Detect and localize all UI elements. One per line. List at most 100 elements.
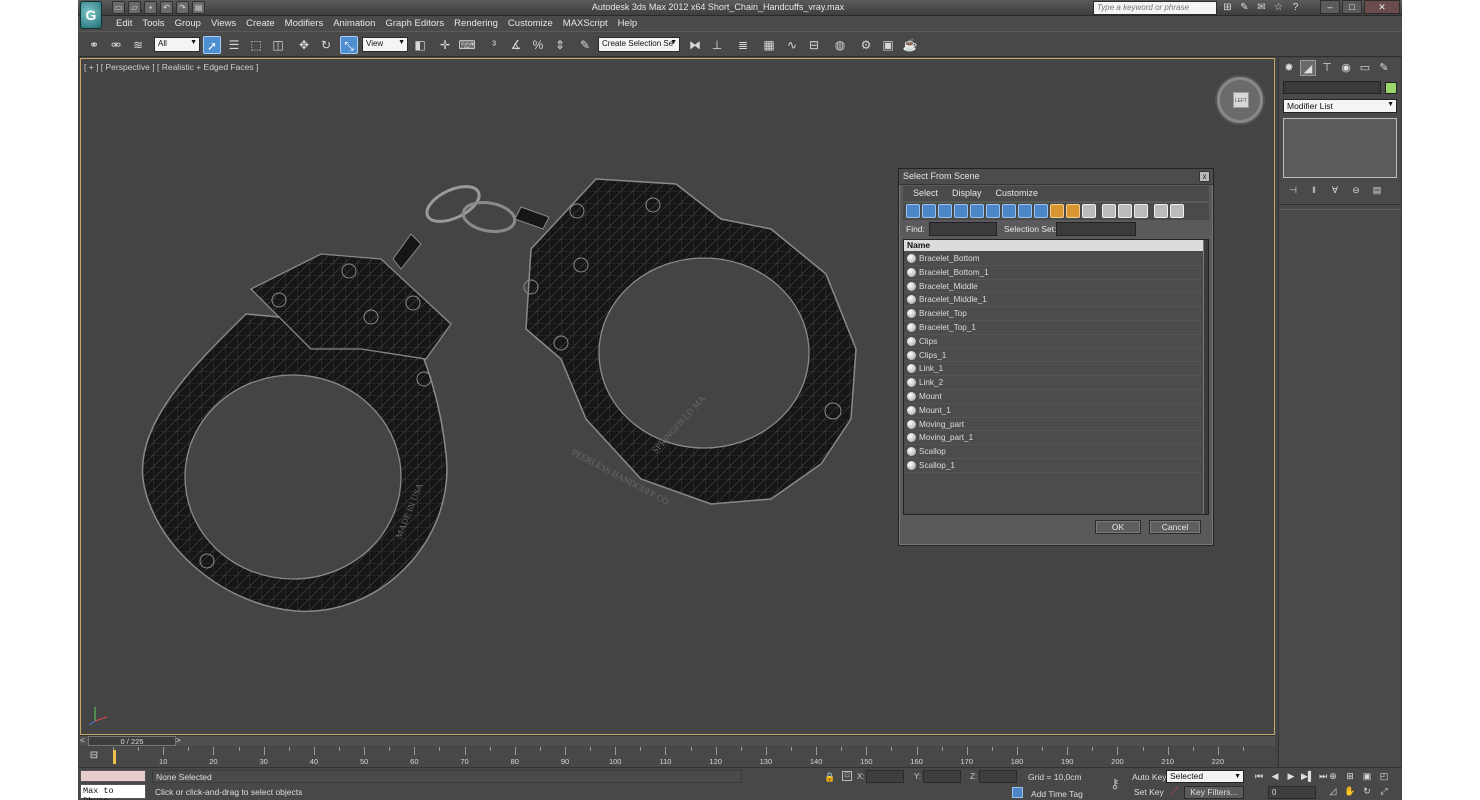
close-button[interactable]: ✕ [1364, 0, 1400, 14]
list-item[interactable]: Scallop_1 [904, 459, 1204, 473]
select-by-name-icon[interactable]: ☰ [225, 36, 243, 54]
orbit-icon[interactable]: ↻ [1360, 785, 1374, 797]
schematic-view-icon[interactable]: ⊟ [805, 36, 823, 54]
binoculars-icon[interactable]: ⊞ [1221, 1, 1234, 14]
maxscript-listener-input[interactable]: Max to Physc [80, 784, 146, 800]
move-icon[interactable]: ✥ [295, 36, 313, 54]
go-to-start-icon[interactable]: ⏮ [1253, 770, 1265, 782]
menu-views[interactable]: Views [211, 16, 244, 31]
unlink-icon[interactable]: ⚮ [107, 36, 125, 54]
zoom-icon[interactable]: ⊕ [1326, 770, 1340, 782]
tools-icon[interactable]: ✎ [1238, 1, 1251, 14]
maximize-button[interactable]: □ [1342, 0, 1362, 14]
material-editor-icon[interactable]: ◍ [831, 36, 849, 54]
keyboard-shortcut-icon[interactable]: ⌨ [458, 36, 476, 54]
play-icon[interactable]: ▶ [1285, 770, 1297, 782]
select-and-link-icon[interactable]: ⚭ [85, 36, 103, 54]
window-crossing-icon[interactable]: ◫ [269, 36, 287, 54]
maxscript-listener-output[interactable] [80, 770, 146, 782]
menu-rendering[interactable]: Rendering [454, 16, 506, 31]
modifier-stack[interactable] [1283, 118, 1397, 178]
mirror-icon[interactable]: ⧓ [686, 36, 704, 54]
menu-create[interactable]: Create [246, 16, 283, 31]
render-setup-icon[interactable]: ⚙ [857, 36, 875, 54]
reference-coordinate-dropdown[interactable]: View ▼ [362, 37, 408, 52]
configure-sets-icon[interactable]: ▤ [1371, 184, 1383, 196]
list-item[interactable]: Bracelet_Bottom [904, 252, 1204, 266]
dialog-menu-display[interactable]: Display [952, 186, 982, 201]
time-slider[interactable]: < 0 / 225 > [80, 735, 1275, 746]
rectangular-selection-icon[interactable]: ⬚ [247, 36, 265, 54]
frame-ruler[interactable]: 10 20 30 40 50 60 70 80 90 100 110 120 130 140 150 160 1… [113, 747, 1244, 767]
manipulate-icon[interactable]: ✛ [436, 36, 454, 54]
display-invert-icon[interactable] [1082, 204, 1096, 218]
snaps-toggle-icon[interactable]: ³ [485, 36, 503, 54]
add-time-tag[interactable]: Add Time Tag [1031, 789, 1083, 799]
menu-maxscript[interactable]: MAXScript [563, 16, 616, 31]
filter-icon[interactable] [1154, 204, 1168, 218]
list-item[interactable]: Bracelet_Top [904, 307, 1204, 321]
menu-group[interactable]: Group [175, 16, 209, 31]
set-key-mode-icon[interactable]: ⚷ [1102, 774, 1128, 794]
layer-manager-icon[interactable]: ≣ [734, 36, 752, 54]
modify-tab-icon[interactable]: ◢ [1300, 60, 1316, 76]
menu-graph-editors[interactable]: Graph Editors [385, 16, 452, 31]
column-header-name[interactable]: Name [904, 240, 1204, 251]
pan-icon[interactable]: ✋ [1343, 785, 1357, 797]
search-input[interactable]: Type a keyword or phrase [1093, 1, 1217, 15]
angle-snap-icon[interactable]: ∡ [507, 36, 525, 54]
cancel-button[interactable]: Cancel [1149, 520, 1201, 534]
named-selection-set-dropdown[interactable]: Create Selection Se ▼ [598, 37, 680, 52]
curve-editor-icon[interactable]: ∿ [783, 36, 801, 54]
rotate-icon[interactable]: ↻ [317, 36, 335, 54]
time-slider-prev[interactable]: < [80, 736, 85, 745]
zoom-all-icon[interactable]: ⊞ [1343, 770, 1357, 782]
rendered-frame-icon[interactable]: ▣ [879, 36, 897, 54]
viewcube[interactable]: LEFT [1217, 77, 1263, 123]
track-filter-icon[interactable]: ⊟ [87, 750, 101, 762]
utilities-tab-icon[interactable]: ✎ [1376, 60, 1392, 76]
percent-snap-icon[interactable]: % [529, 36, 547, 54]
scale-icon[interactable]: ⤡ [340, 36, 358, 54]
filter-options-icon[interactable] [1170, 204, 1184, 218]
display-bones-icon[interactable] [1034, 204, 1048, 218]
find-input[interactable] [929, 222, 997, 236]
list-item[interactable]: Mount_1 [904, 404, 1204, 418]
chain-links[interactable] [392, 179, 550, 270]
left-cuff[interactable] [141, 253, 452, 612]
key-selection-dropdown[interactable]: Selected ▼ [1166, 770, 1244, 783]
list-item[interactable]: Scallop [904, 445, 1204, 459]
menu-help[interactable]: Help [618, 16, 646, 31]
help-icon[interactable]: ? [1289, 1, 1302, 14]
set-key-icon[interactable]: ⟋ [1170, 786, 1178, 799]
time-slider-next[interactable]: > [176, 736, 181, 745]
time-slider-thumb[interactable]: 0 / 225 [88, 736, 176, 746]
select-none-icon[interactable] [1118, 204, 1132, 218]
modifier-list-dropdown[interactable]: Modifier List ▼ [1283, 99, 1397, 113]
zoom-extents-icon[interactable]: ▣ [1360, 770, 1374, 782]
time-tag-icon[interactable] [1012, 787, 1023, 798]
motion-tab-icon[interactable]: ◉ [1338, 60, 1354, 76]
communication-icon[interactable]: ✉ [1255, 1, 1268, 14]
object-list[interactable]: Name Bracelet_Bottom Bracelet_Bottom_1 Bra… [903, 239, 1209, 515]
display-lights-icon[interactable] [938, 204, 952, 218]
spinner-snap-icon[interactable]: ⇕ [551, 36, 569, 54]
maximize-viewport-icon[interactable]: ⤢ [1377, 785, 1391, 797]
display-xrefs-icon[interactable] [1018, 204, 1032, 218]
list-item[interactable]: Bracelet_Middle_1 [904, 293, 1204, 308]
named-selection-icon[interactable]: ✎ [576, 36, 594, 54]
selection-set-dropdown[interactable] [1056, 222, 1136, 236]
display-shapes-icon[interactable] [922, 204, 936, 218]
list-item[interactable]: Link_2 [904, 376, 1204, 390]
key-filters-button[interactable]: Key Filters... [1184, 786, 1244, 799]
menu-tools[interactable]: Tools [142, 16, 172, 31]
auto-key-button[interactable]: Auto Key [1132, 772, 1167, 782]
z-coordinate-field[interactable] [979, 770, 1017, 783]
zoom-extents-all-icon[interactable]: ◰ [1377, 770, 1391, 782]
dialog-close-button[interactable]: x [1199, 171, 1210, 182]
field-of-view-icon[interactable]: ◿ [1326, 785, 1340, 797]
list-item[interactable]: Link_1 [904, 362, 1204, 377]
select-all-icon[interactable] [1102, 204, 1116, 218]
display-geometry-icon[interactable] [906, 204, 920, 218]
app-logo-icon[interactable]: G [80, 1, 102, 29]
